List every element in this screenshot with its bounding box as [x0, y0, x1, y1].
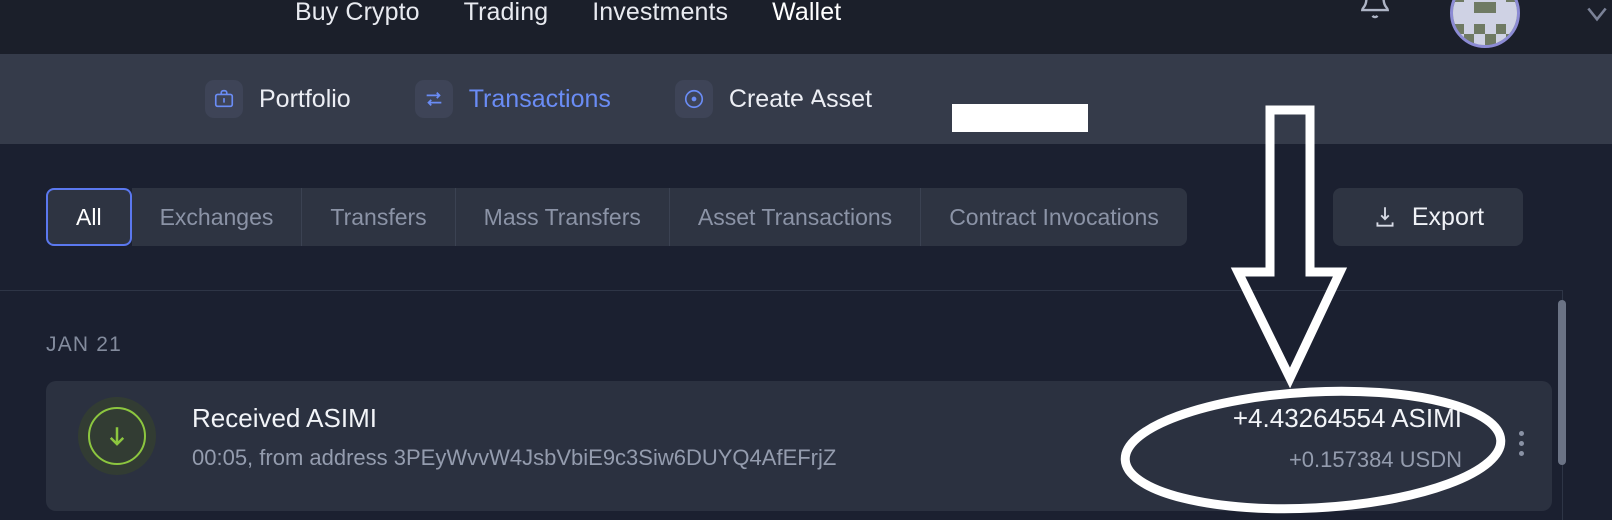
export-label: Export [1411, 202, 1485, 231]
subnav-item-portfolio[interactable]: Portfolio [205, 80, 351, 118]
filter-tab-contract-invocations[interactable]: Contract Invocations [921, 188, 1187, 246]
swap-arrows-icon [426, 91, 442, 107]
transaction-icon-wrap [78, 397, 156, 475]
swap-arrows-icon-wrap [414, 80, 453, 118]
nav-item-wallet[interactable]: Wallet [772, 0, 841, 27]
briefcase-icon-wrap [205, 80, 243, 118]
top-navigation: Buy Crypto Trading Investments Wallet [295, 0, 841, 32]
subnav-label-portfolio: Portfolio [259, 84, 351, 113]
scrollbar-thumb[interactable] [1558, 300, 1566, 465]
filter-tab-exchanges[interactable]: Exchanges [131, 188, 303, 246]
filter-tab-mass-transfers[interactable]: Mass Transfers [455, 188, 670, 246]
app-root: Buy Crypto Trading Investments Wallet Po… [0, 0, 1612, 520]
transaction-title: Received ASIMI [192, 403, 377, 433]
avatar[interactable] [1450, 0, 1520, 48]
filter-tab-asset-transactions[interactable]: Asset Transactions [669, 188, 922, 246]
chevron-down-icon[interactable] [1584, 2, 1610, 28]
circle-dot-icon-wrap [674, 80, 713, 118]
kebab-menu-icon[interactable] [1519, 431, 1524, 456]
bell-icon [1361, 0, 1389, 19]
arrow-down-circle-icon [88, 407, 146, 465]
transaction-subtitle: 00:05, from address 3PEyWvvW4JsbVbiE9c3S… [192, 445, 837, 470]
table-row[interactable]: Received ASIMI 00:05, from address 3PEyW… [46, 381, 1552, 511]
nav-item-buy-crypto[interactable]: Buy Crypto [295, 0, 420, 27]
wallet-subnav: Portfolio Transactions Create Asset [0, 54, 1612, 144]
filter-tab-all[interactable]: All [46, 188, 132, 246]
transactions-panel: JAN 21 Received ASIMI 00:05, from addres… [0, 290, 1563, 520]
download-icon [1376, 207, 1394, 227]
filter-tab-transfers[interactable]: Transfers [302, 188, 456, 246]
subnav-caret [792, 98, 818, 109]
top-header: Buy Crypto Trading Investments Wallet [0, 0, 1612, 54]
subnav-item-create-asset[interactable]: Create Asset [674, 80, 872, 118]
export-button[interactable]: Export [1333, 188, 1523, 246]
nav-item-trading[interactable]: Trading [464, 0, 549, 27]
transaction-type-filter: All Exchanges Transfers Mass Transfers A… [46, 188, 1187, 246]
redacted-field [952, 104, 1088, 132]
nav-item-investments[interactable]: Investments [592, 0, 728, 27]
subnav-label-transactions: Transactions [468, 84, 611, 113]
date-group-header: JAN 21 [46, 333, 123, 356]
briefcase-icon [214, 89, 234, 108]
transaction-amount-secondary: +0.157384 USDN [1288, 447, 1462, 472]
avatar-identicon [1453, 0, 1517, 45]
subnav-item-transactions[interactable]: Transactions [414, 80, 611, 118]
filter-toolbar: All Exchanges Transfers Mass Transfers A… [0, 144, 1612, 290]
transaction-amount: +4.43264554 ASIMI [1232, 403, 1462, 433]
circle-dot-icon [684, 89, 703, 109]
notifications-button[interactable] [1358, 0, 1392, 20]
